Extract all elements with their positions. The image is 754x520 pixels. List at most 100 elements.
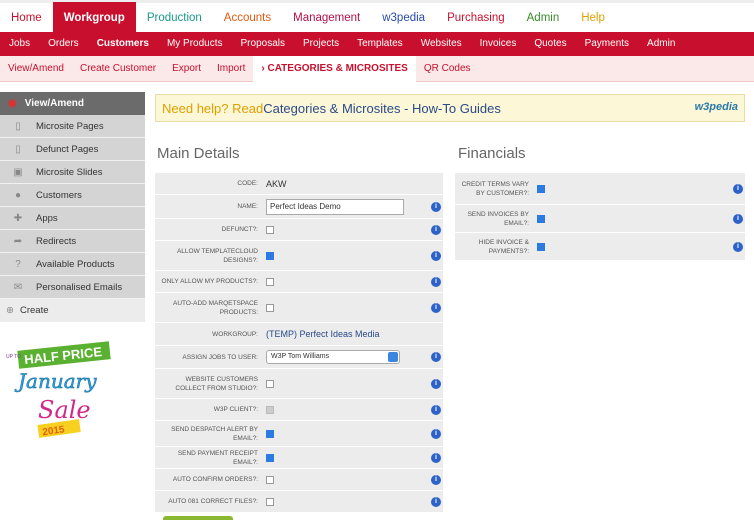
- correct-checkbox[interactable]: [266, 497, 274, 506]
- defunct-row: DEFUNCT?: i: [155, 219, 443, 241]
- subnav-websites[interactable]: Websites: [412, 32, 471, 56]
- website-checkbox[interactable]: [266, 379, 274, 388]
- sidebar-item-label: Apps: [36, 212, 58, 224]
- subnav-invoices[interactable]: Invoices: [471, 32, 526, 56]
- image-icon: ▣: [13, 166, 23, 178]
- subnav-quotes[interactable]: Quotes: [525, 32, 575, 56]
- name-input[interactable]: Perfect Ideas Demo: [266, 198, 404, 215]
- info-icon[interactable]: i: [429, 403, 443, 417]
- third-nav: View/Amend Create Customer Export Import…: [0, 55, 754, 82]
- sidebar-head[interactable]: ◉ View/Amend: [0, 92, 145, 115]
- w3pedia-logo[interactable]: w3pedia: [695, 101, 738, 113]
- sidebar-item-customers[interactable]: ● Customers: [0, 184, 145, 207]
- tab-view-amend[interactable]: View/Amend: [0, 56, 72, 82]
- subnav-admin[interactable]: Admin: [638, 32, 684, 56]
- sidebar: ◉ View/Amend ▯ Microsite Pages ▯ Defunct Pa…: [0, 92, 145, 322]
- subnav-jobs[interactable]: Jobs: [0, 32, 39, 56]
- topnav-admin[interactable]: Admin: [516, 2, 571, 34]
- subnav-my-products[interactable]: My Products: [158, 32, 232, 56]
- invoices-checkbox[interactable]: [537, 214, 545, 223]
- help-link[interactable]: Categories & Microsites - How-To Guides: [263, 101, 501, 116]
- autoadd-checkbox[interactable]: [266, 303, 274, 312]
- sidebar-item-available-products[interactable]: ? Available Products: [0, 253, 145, 276]
- promo-banner[interactable]: HALF PRICE UP TO January Sale 2015: [4, 340, 112, 440]
- promo-tag: UP TO: [6, 354, 21, 360]
- topnav-workgroup[interactable]: Workgroup: [52, 1, 136, 34]
- topnav-w3pedia[interactable]: w3pedia: [371, 2, 436, 34]
- name-label: NAME:: [237, 203, 258, 210]
- name-row: NAME: Perfect Ideas Demo i: [155, 195, 443, 219]
- info-icon[interactable]: i: [429, 249, 443, 263]
- workgroup-label: WORKGROUP:: [212, 330, 258, 338]
- sidebar-item-microsite-pages[interactable]: ▯ Microsite Pages: [0, 115, 145, 138]
- info-icon[interactable]: i: [429, 350, 443, 364]
- info-icon[interactable]: i: [731, 182, 745, 196]
- subnav-customers[interactable]: Customers: [88, 32, 158, 56]
- topnav-production[interactable]: Production: [136, 2, 213, 34]
- autoadd-label: AUTO-ADD MARQETSPACE PRODUCTS:: [173, 299, 258, 316]
- tab-categories-microsites[interactable]: › CATEGORIES & MICROSITES: [253, 55, 416, 82]
- tab-import[interactable]: Import: [209, 56, 253, 82]
- puzzle-icon: ✚: [13, 212, 23, 224]
- sidebar-item-redirects[interactable]: ➦ Redirects: [0, 230, 145, 253]
- website-label: WEBSITE CUSTOMERS COLLECT FROM STUDIO?:: [175, 375, 258, 392]
- topnav-accounts[interactable]: Accounts: [213, 2, 282, 34]
- credit-row: CREDIT TERMS VARY BY CUSTOMER?: i: [455, 173, 745, 205]
- hide-checkbox[interactable]: [537, 242, 545, 251]
- info-icon[interactable]: i: [429, 223, 443, 237]
- info-icon[interactable]: i: [429, 451, 443, 465]
- tab-export[interactable]: Export: [164, 56, 209, 82]
- w3p-row: W3P CLIENT?: i: [155, 399, 443, 421]
- tab-qr-codes[interactable]: QR Codes: [416, 56, 479, 82]
- select-arrow-icon: [388, 352, 398, 362]
- subnav-proposals[interactable]: Proposals: [232, 32, 294, 56]
- info-icon[interactable]: i: [429, 427, 443, 441]
- assign-select[interactable]: W3P Tom Williams: [266, 350, 400, 364]
- assign-label: ASSIGN JOBS TO USER:: [182, 353, 258, 361]
- subnav-projects[interactable]: Projects: [294, 32, 348, 56]
- info-icon[interactable]: i: [429, 275, 443, 289]
- info-icon[interactable]: i: [429, 301, 443, 315]
- topnav-purchasing[interactable]: Purchasing: [436, 2, 516, 34]
- info-icon[interactable]: i: [731, 212, 745, 226]
- envelope-icon: ✉: [13, 281, 23, 293]
- sidebar-item-label: Microsite Pages: [36, 120, 104, 132]
- sidebar-item-apps[interactable]: ✚ Apps: [0, 207, 145, 230]
- defunct-checkbox[interactable]: [266, 225, 274, 234]
- confirm-checkbox[interactable]: [266, 475, 274, 484]
- subnav-templates[interactable]: Templates: [348, 32, 412, 56]
- receipt-checkbox[interactable]: [266, 453, 274, 462]
- code-row: CODE: AKW: [155, 173, 443, 195]
- despatch-row: SEND DESPATCH ALERT BY EMAIL?: i: [155, 421, 443, 447]
- info-icon[interactable]: i: [429, 377, 443, 391]
- info-icon[interactable]: i: [429, 473, 443, 487]
- website-row: WEBSITE CUSTOMERS COLLECT FROM STUDIO?: i: [155, 369, 443, 399]
- topnav-management[interactable]: Management: [282, 2, 371, 34]
- topnav-help[interactable]: Help: [570, 2, 616, 34]
- info-icon[interactable]: i: [731, 240, 745, 254]
- autoadd-row: AUTO-ADD MARQETSPACE PRODUCTS: i: [155, 293, 443, 323]
- sidebar-head-label: View/Amend: [24, 98, 85, 109]
- allow-row: ALLOW TEMPLATECLOUD DESIGNS?: i: [155, 241, 443, 271]
- sidebar-item-personalised-emails[interactable]: ✉ Personalised Emails: [0, 276, 145, 299]
- promo-graphic: HALF PRICE UP TO January Sale 2015: [6, 341, 111, 438]
- info-icon[interactable]: i: [429, 495, 443, 509]
- tab-create-customer[interactable]: Create Customer: [72, 56, 164, 82]
- subnav-orders[interactable]: Orders: [39, 32, 88, 56]
- sidebar-item-defunct-pages[interactable]: ▯ Defunct Pages: [0, 138, 145, 161]
- credit-checkbox[interactable]: [537, 184, 545, 193]
- w3p-checkbox: [266, 405, 274, 414]
- workgroup-link[interactable]: (TEMP) Perfect Ideas Media: [266, 329, 380, 339]
- allow-checkbox[interactable]: [266, 251, 274, 260]
- only-checkbox[interactable]: [266, 277, 274, 286]
- help-prefix: Need help? Read: [162, 100, 264, 116]
- credit-label: CREDIT TERMS VARY BY CUSTOMER?:: [461, 180, 529, 197]
- sidebar-create[interactable]: ⊕ Create: [0, 299, 145, 322]
- topnav-home[interactable]: Home: [0, 2, 53, 34]
- bookmark-icon: ▯: [15, 120, 21, 132]
- despatch-checkbox[interactable]: [266, 429, 274, 438]
- sidebar-item-microsite-slides[interactable]: ▣ Microsite Slides: [0, 161, 145, 184]
- info-icon[interactable]: i: [429, 200, 443, 214]
- save-button[interactable]: [163, 516, 233, 520]
- subnav-payments[interactable]: Payments: [576, 32, 638, 56]
